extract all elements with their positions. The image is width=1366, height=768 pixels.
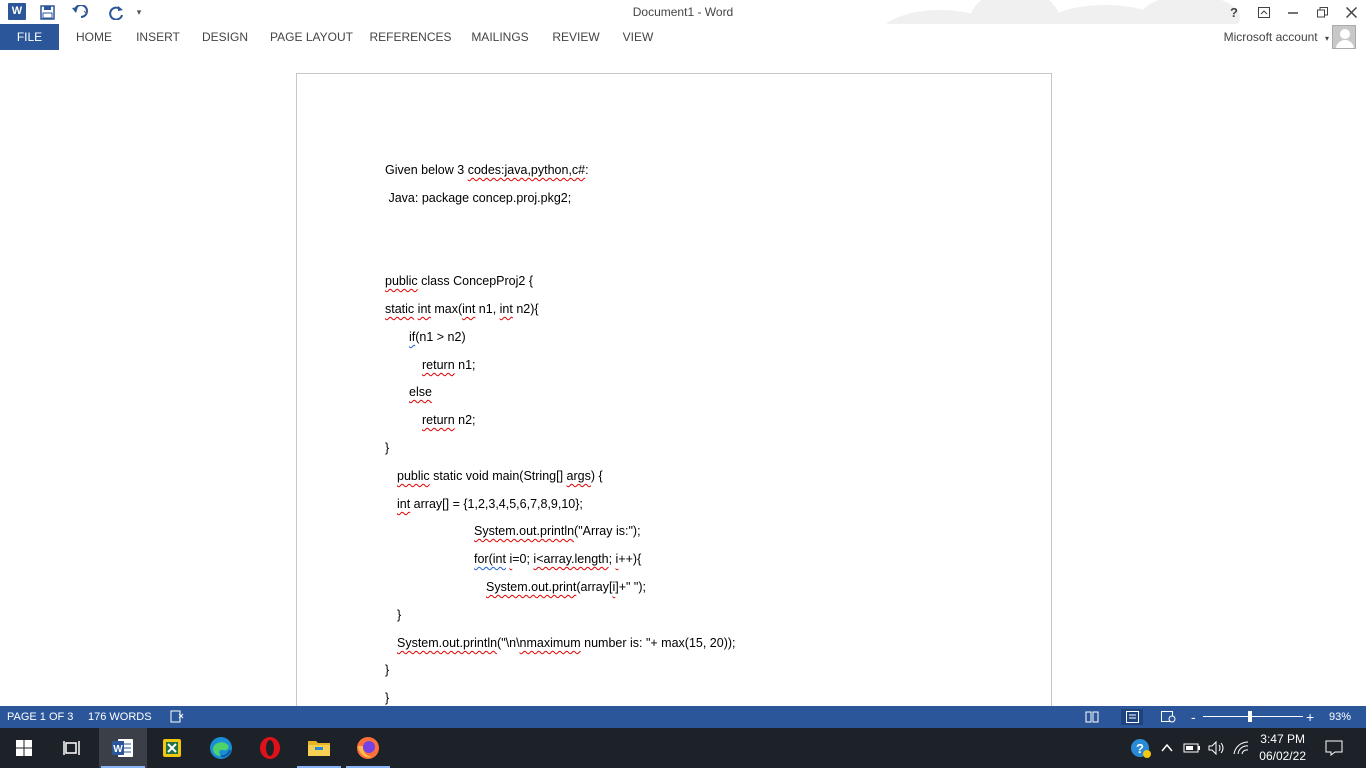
doc-line: } <box>385 691 390 705</box>
account-label: Microsoft account <box>1223 30 1318 44</box>
doc-line: System.out.print(array[i]+" "); <box>486 580 646 594</box>
close-button[interactable] <box>1337 0 1365 24</box>
notification-icon[interactable] <box>1320 728 1348 768</box>
read-mode-icon[interactable] <box>1083 709 1101 725</box>
tab-home[interactable]: HOME <box>66 24 122 50</box>
tab-design[interactable]: DESIGN <box>196 24 254 50</box>
tab-view[interactable]: VIEW <box>617 24 659 50</box>
clock-date: 06/02/22 <box>1259 749 1306 763</box>
doc-line: return n1; <box>422 358 476 372</box>
windows-start-icon[interactable] <box>0 728 48 768</box>
status-bar: PAGE 1 OF 3 176 WORDS - + 93% <box>0 706 1366 728</box>
svg-text:W: W <box>113 744 123 755</box>
doc-line: public static void main(String[] args) { <box>397 469 603 483</box>
doc-text: codes:java,python,c# <box>467 163 586 177</box>
help-button[interactable]: ? <box>1220 0 1248 24</box>
proofing-icon[interactable] <box>170 709 184 726</box>
word-app-icon[interactable]: W <box>99 728 147 768</box>
ribbon-tabs: FILE HOME INSERT DESIGN PAGE LAYOUT REFE… <box>0 24 1366 50</box>
doc-line: int array[] = {1,2,3,4,5,6,7,8,9,10}; <box>397 497 583 511</box>
zoom-level[interactable]: 93% <box>1329 711 1351 723</box>
tab-review[interactable]: REVIEW <box>546 24 606 50</box>
doc-line: public class ConcepProj2 { <box>385 274 534 288</box>
doc-line: for(int i=0; i<array.length; i++){ <box>474 552 642 566</box>
window-title: Document1 - Word <box>632 5 734 19</box>
tab-references[interactable]: REFERENCES <box>368 24 453 50</box>
zoom-slider-thumb[interactable] <box>1248 711 1252 722</box>
doc-line: System.out.println("Array is:"); <box>474 524 641 538</box>
ribbon-display-options-button[interactable] <box>1250 0 1278 24</box>
account-menu[interactable]: Microsoft account ▾ <box>1224 30 1329 44</box>
doc-line: Java: package concep.proj.pkg2; <box>385 191 572 205</box>
volume-icon[interactable] <box>1206 728 1228 768</box>
svg-text:?: ? <box>1136 741 1144 756</box>
zoom-in-button[interactable]: + <box>1306 709 1314 725</box>
task-view-icon[interactable] <box>48 728 96 768</box>
clock-time: 3:47 PM <box>1260 732 1305 746</box>
firefox-app-icon[interactable] <box>344 728 392 768</box>
doc-line: } <box>397 608 402 622</box>
web-layout-icon[interactable] <box>1159 709 1177 725</box>
tab-file[interactable]: FILE <box>0 24 59 50</box>
tab-mailings[interactable]: MAILINGS <box>464 24 536 50</box>
doc-line: if(n1 > n2) <box>409 330 466 344</box>
document-area[interactable]: Given below 3 codes:java,python,c#: Java… <box>0 50 1366 706</box>
excel-app-icon[interactable] <box>148 728 196 768</box>
doc-line: Given below 3 codes:java,python,c#: <box>385 163 589 177</box>
minimize-button[interactable] <box>1279 0 1307 24</box>
chevron-down-icon: ▾ <box>1324 34 1329 43</box>
doc-line: else <box>409 385 432 399</box>
title-bar: W ▾ Document1 - Word ? <box>0 0 1366 48</box>
file-explorer-icon[interactable] <box>295 728 343 768</box>
doc-line: } <box>385 441 390 455</box>
clock[interactable]: 3:47 PM 06/02/22 <box>1259 731 1306 765</box>
avatar[interactable] <box>1332 25 1356 49</box>
print-layout-icon[interactable] <box>1121 709 1143 725</box>
doc-line: static int max(int n1, int n2){ <box>385 302 539 316</box>
opera-app-icon[interactable] <box>246 728 294 768</box>
wifi-icon[interactable] <box>1230 728 1252 768</box>
help-tray-icon[interactable]: ? <box>1128 728 1154 768</box>
page-count[interactable]: PAGE 1 OF 3 <box>7 711 73 723</box>
tab-insert[interactable]: INSERT <box>130 24 186 50</box>
zoom-out-button[interactable]: - <box>1191 709 1196 725</box>
document-page[interactable]: Given below 3 codes:java,python,c#: Java… <box>296 73 1052 706</box>
chevron-up-icon[interactable] <box>1158 728 1176 768</box>
battery-icon[interactable] <box>1181 728 1203 768</box>
restore-button[interactable] <box>1308 0 1336 24</box>
edge-app-icon[interactable] <box>197 728 245 768</box>
taskbar: W ? 3:47 PM 06/02/22 <box>0 728 1366 768</box>
doc-line: } <box>385 663 390 677</box>
doc-line: return n2; <box>422 413 476 427</box>
zoom-slider[interactable] <box>1203 716 1303 717</box>
tab-page-layout[interactable]: PAGE LAYOUT <box>264 24 359 50</box>
doc-line: System.out.println("\n\nmaximum number i… <box>397 636 736 650</box>
word-count[interactable]: 176 WORDS <box>88 711 152 723</box>
